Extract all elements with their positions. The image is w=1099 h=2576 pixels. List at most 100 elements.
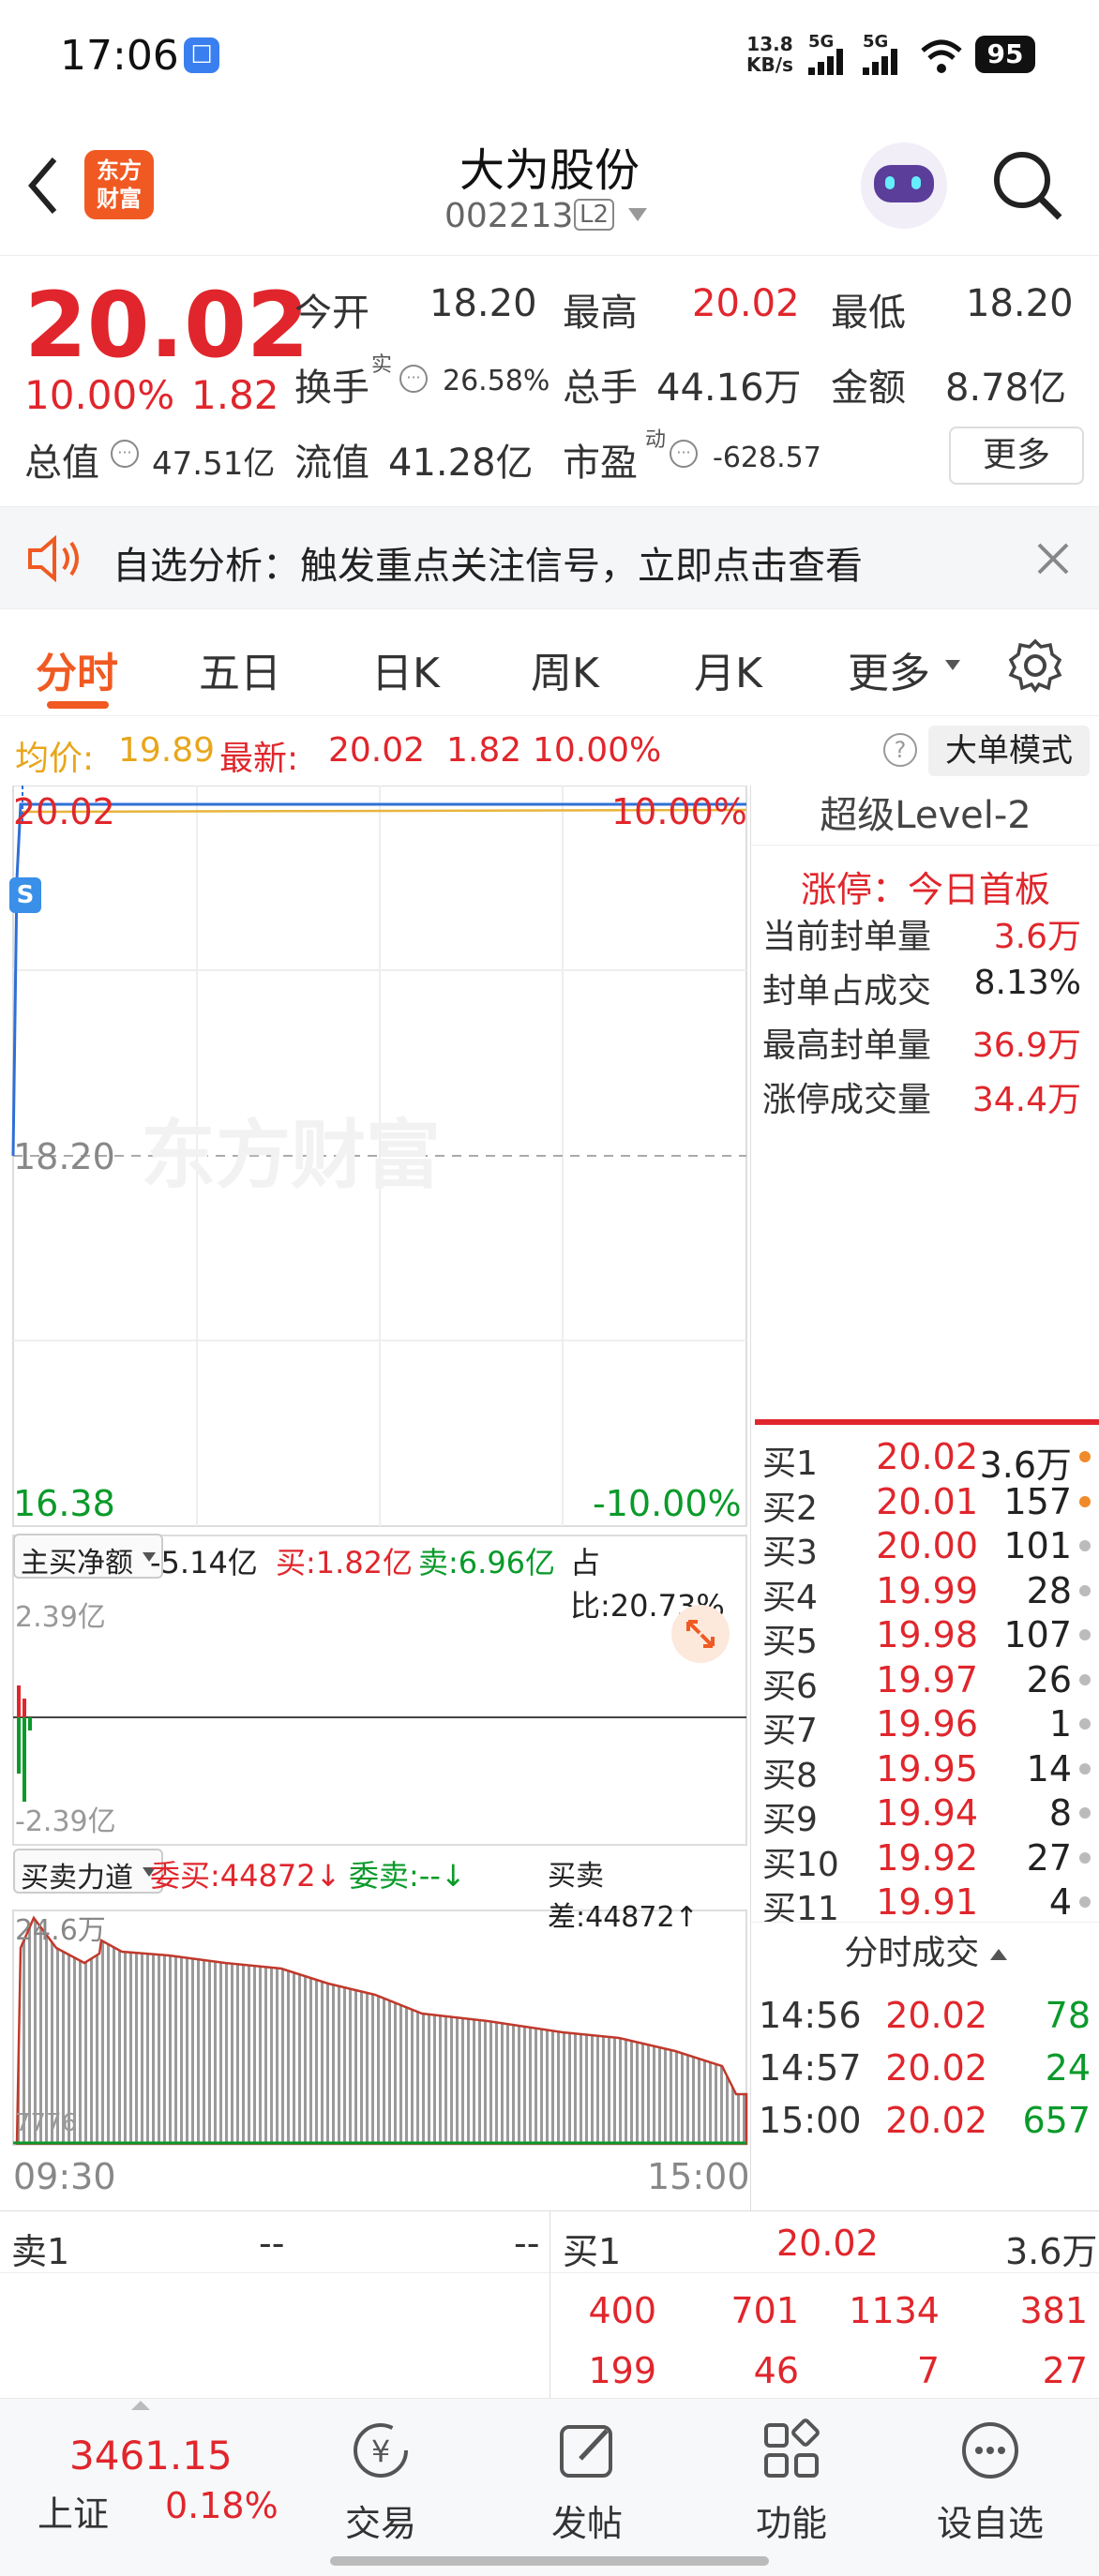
stat-label: 最高封单量 [762, 1026, 932, 1065]
stock-header: 东方 财富 大为股份 002213 L2 [0, 112, 1099, 253]
order-book: 卖1 -- -- 买1 20.02 3.6万 400 701 1134 381 199 4… [0, 2210, 1099, 2399]
chart-mid-price: 18.20 [13, 1136, 115, 1177]
bid-level: 买2 [762, 1489, 818, 1528]
bid-volume: 14 [1026, 1747, 1072, 1790]
limit-up-label: 涨停：今日首板 [800, 869, 1050, 910]
buy1-label: 买1 [563, 2231, 622, 2272]
svg-text:¥: ¥ [371, 2434, 390, 2469]
tab-daily-k[interactable]: 日K [371, 639, 440, 699]
bid-level: 买3 [762, 1534, 818, 1572]
bid-row[interactable]: 买1 20.02 3.6万 [762, 1436, 1091, 1486]
search-icon[interactable] [990, 148, 1065, 223]
tab-more[interactable]: 更多 [848, 639, 930, 699]
gear-icon[interactable] [1007, 637, 1063, 694]
chevron-down-icon [945, 660, 960, 670]
info-icon[interactable]: ··· [399, 365, 428, 393]
info-icon[interactable]: ··· [670, 440, 698, 468]
sell-marker[interactable]: S [9, 877, 41, 913]
power-ask: 委卖:--↓ [349, 1858, 466, 1894]
bid-row[interactable]: 买7 19.96 1 [762, 1703, 1091, 1752]
low-value: 18.20 [966, 282, 1074, 325]
help-icon[interactable]: ? [883, 733, 917, 767]
sell1-volume: -- [514, 2223, 540, 2264]
tick-price: 20.02 [885, 1995, 987, 2036]
index-value[interactable]: 3461.15 [69, 2433, 233, 2479]
bid-volume: 27 [1026, 1836, 1072, 1879]
bid-volume: 101 [1003, 1525, 1072, 1566]
queue-volume: 701 [730, 2290, 799, 2331]
big-order-mode-button[interactable]: 大单模式 [928, 726, 1090, 776]
queue-volume: 381 [1019, 2290, 1088, 2331]
chevron-up-icon[interactable] [131, 2401, 150, 2410]
more-icon [962, 2422, 1018, 2479]
tab-five-day[interactable]: 五日 [199, 639, 281, 699]
bid-row[interactable]: 买5 19.98 107 [762, 1614, 1091, 1663]
robot-avatar[interactable] [861, 142, 947, 229]
battery-icon: 95 [975, 36, 1035, 73]
chevron-up-icon [989, 1949, 1007, 1960]
flow-select[interactable]: 主买净额 [13, 1534, 163, 1580]
x-start: 09:30 [13, 2156, 116, 2197]
bid-price: 19.96 [876, 1703, 978, 1745]
nav-add-watchlist[interactable]: 设自选 [915, 2418, 1065, 2546]
chart-low-pct: -10.00% [593, 1483, 742, 1524]
avg-label: 均价: [15, 740, 95, 778]
bid-row[interactable]: 买2 20.01 157 [762, 1481, 1091, 1530]
bid-dot-icon [1079, 1629, 1091, 1640]
float-label: 流值 [294, 442, 369, 485]
sell1-label: 卖1 [11, 2231, 70, 2272]
bid-dot-icon [1079, 1851, 1091, 1864]
flow-buy: 买:1.82亿 [276, 1545, 414, 1580]
seal-stat-row: 涨停成交量 34.4万 [762, 1072, 1091, 1121]
buy1-price: 20.02 [776, 2223, 879, 2264]
bid-row[interactable]: 买10 19.92 27 [762, 1837, 1091, 1886]
seal-stat-row: 最高封单量 36.9万 [762, 1018, 1091, 1067]
bid-price: 19.91 [876, 1881, 978, 1923]
bid-level: 买8 [762, 1756, 818, 1795]
tab-intraday[interactable]: 分时 [36, 639, 118, 699]
chart-top-price: 20.02 [13, 791, 115, 832]
bid-price: 19.98 [876, 1614, 978, 1655]
bid-row[interactable]: 买6 19.97 26 [762, 1659, 1091, 1708]
ticks-header[interactable]: 分时成交 [751, 1922, 1099, 1984]
bid-volume: 107 [1003, 1614, 1072, 1655]
nav-trade[interactable]: ¥ 交易 [306, 2418, 456, 2546]
more-button[interactable]: 更多 [949, 427, 1084, 485]
stat-value: 34.4万 [971, 1081, 1081, 1119]
tab-monthly-k[interactable]: 月K [694, 639, 762, 699]
open-label: 今开 [294, 292, 369, 335]
tick-volume: 657 [1022, 2100, 1091, 2141]
stat-value: 36.9万 [971, 1026, 1081, 1065]
tab-weekly-k[interactable]: 周K [531, 639, 599, 699]
bid-dot-icon [1079, 1762, 1091, 1775]
float-value: 41.28亿 [388, 442, 534, 485]
tick-row: 14:56 20.02 78 [759, 1995, 1091, 2044]
nav-apps[interactable]: 功能 [716, 2418, 866, 2546]
info-icon[interactable]: ··· [111, 440, 139, 468]
tick-price: 20.02 [885, 2100, 987, 2141]
close-icon[interactable] [1035, 541, 1071, 577]
bid-row[interactable]: 买9 19.94 8 [762, 1792, 1091, 1841]
flow-sell: 卖:6.96亿 [418, 1545, 556, 1580]
dropdown-caret-icon[interactable] [628, 208, 647, 221]
stock-code: 002213 [444, 197, 574, 235]
bid-row[interactable]: 买4 19.99 28 [762, 1570, 1091, 1619]
expand-icon[interactable] [671, 1605, 730, 1663]
alert-banner[interactable]: 自选分析：触发重点关注信号，立即点击查看 [0, 506, 1099, 609]
level2-title[interactable]: 超级Level-2 [751, 786, 1099, 846]
price-info-bar: 均价: 19.89 最新: 20.02 1.82 10.00% ? 大单模式 [0, 718, 1099, 786]
latest-value: 20.02 [328, 731, 426, 770]
bid-row[interactable]: 买8 19.95 14 [762, 1748, 1091, 1797]
power-select[interactable]: 买卖力道 [13, 1849, 163, 1895]
nav-post[interactable]: 发帖 [512, 2418, 662, 2546]
bid-price: 19.99 [876, 1569, 978, 1611]
home-indicator[interactable] [330, 2556, 769, 2566]
last-price: 20.02 [24, 273, 309, 378]
bid-dot-icon [1079, 1495, 1091, 1507]
bid-row[interactable]: 买3 20.00 101 [762, 1525, 1091, 1574]
stat-label: 封单占成交 [762, 972, 932, 1011]
bid-level: 买7 [762, 1712, 818, 1750]
level2-badge[interactable]: L2 [574, 199, 615, 231]
pe-sup: 动 [645, 428, 667, 452]
intraday-chart[interactable]: 东方财富 20.02 10.00% S 18.20 16.38 -10.00% … [0, 786, 750, 2210]
